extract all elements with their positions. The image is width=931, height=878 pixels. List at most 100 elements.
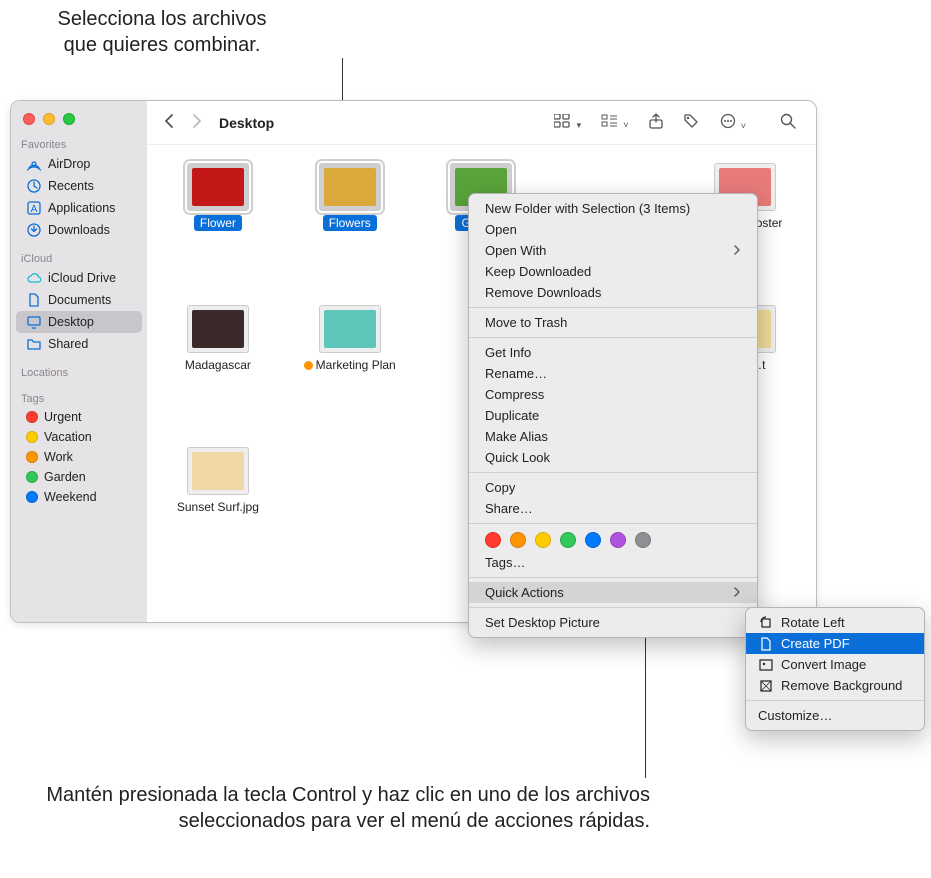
menu-item-make-alias[interactable]: Make Alias [469, 426, 757, 447]
menu-item-rename[interactable]: Rename… [469, 363, 757, 384]
tag-color-circle[interactable] [485, 532, 501, 548]
menu-item-compress[interactable]: Compress [469, 384, 757, 405]
share-button[interactable] [643, 113, 669, 133]
menu-separator [746, 700, 924, 701]
file-label: Flowers [323, 215, 377, 231]
menu-item-quick-actions[interactable]: Quick Actions [469, 582, 757, 603]
file-thumbnail [187, 163, 249, 211]
sidebar-tag-vacation[interactable]: Vacation [16, 427, 142, 447]
tag-color-circle[interactable] [535, 532, 551, 548]
more-button[interactable]: ˅ [713, 113, 752, 133]
tag-color-circle[interactable] [610, 532, 626, 548]
sidebar: Favorites AirDrop Recents AApplicationsDow… [11, 101, 147, 622]
close-button[interactable] [23, 113, 35, 125]
menu-item-get-info[interactable]: Get Info [469, 342, 757, 363]
menu-item-new-folder-with-selection-3-items[interactable]: New Folder with Selection (3 Items) [469, 198, 757, 219]
folder-icon [26, 336, 42, 352]
menu-item-label: Copy [485, 480, 515, 495]
sidebar-item-recents[interactable]: Recents [16, 175, 142, 197]
sidebar-item-label: Work [44, 450, 73, 464]
callout-bottom-text: Mantén presionada la tecla Control y haz… [40, 782, 650, 834]
menu-item-remove-downloads[interactable]: Remove Downloads [469, 282, 757, 303]
sidebar-item-label: Recents [48, 179, 94, 193]
callout-line-bottom [645, 638, 646, 778]
action-icon [758, 678, 773, 693]
submenu-item-customize[interactable]: Customize… [746, 705, 924, 726]
file-label: Madagascar [179, 357, 257, 373]
sidebar-item-icloud-drive[interactable]: iCloud Drive [16, 267, 142, 289]
submenu-item-label: Convert Image [781, 657, 866, 672]
chevron-right-icon [733, 244, 741, 258]
file-item[interactable]: Madagascar [153, 305, 283, 445]
menu-item-copy[interactable]: Copy [469, 477, 757, 498]
tag-dot-icon [26, 411, 38, 423]
sidebar-item-shared[interactable]: Shared [16, 333, 142, 355]
menu-tag-row [469, 528, 757, 552]
zoom-button[interactable] [63, 113, 75, 125]
tag-color-circle[interactable] [560, 532, 576, 548]
submenu-item-remove-background[interactable]: Remove Background [746, 675, 924, 696]
callout-top-text: Selecciona los archivos que quieres comb… [42, 6, 282, 58]
sidebar-item-label: Desktop [48, 315, 94, 329]
menu-item-keep-downloaded[interactable]: Keep Downloaded [469, 261, 757, 282]
sidebar-tag-urgent[interactable]: Urgent [16, 407, 142, 427]
menu-item-duplicate[interactable]: Duplicate [469, 405, 757, 426]
menu-item-open-with[interactable]: Open With [469, 240, 757, 261]
sidebar-tag-weekend[interactable]: Weekend [16, 487, 142, 507]
tag-color-circle[interactable] [585, 532, 601, 548]
submenu-item-rotate-left[interactable]: Rotate Left [746, 612, 924, 633]
menu-separator [469, 337, 757, 338]
file-item[interactable]: Flowers [285, 163, 415, 303]
sidebar-tag-work[interactable]: Work [16, 447, 142, 467]
sidebar-item-documents[interactable]: Documents [16, 289, 142, 311]
minimize-button[interactable] [43, 113, 55, 125]
apps-icon: A [26, 200, 42, 216]
file-thumbnail [187, 305, 249, 353]
menu-separator [469, 307, 757, 308]
sidebar-item-label: Documents [48, 293, 111, 307]
submenu-item-create-pdf[interactable]: Create PDF [746, 633, 924, 654]
menu-item-open[interactable]: Open [469, 219, 757, 240]
search-button[interactable] [774, 113, 802, 133]
sidebar-item-desktop[interactable]: Desktop [16, 311, 142, 333]
menu-item-quick-look[interactable]: Quick Look [469, 447, 757, 468]
chevron-right-icon [733, 586, 741, 600]
menu-item-label: Quick Look [485, 450, 550, 465]
sidebar-item-applications[interactable]: AApplications [16, 197, 142, 219]
menu-item-label: Rename… [485, 366, 547, 381]
menu-item-tags[interactable]: Tags… [469, 552, 757, 573]
action-icon [758, 657, 773, 672]
nav-back-button[interactable] [161, 114, 179, 131]
menu-item-label: Move to Trash [485, 315, 567, 330]
sidebar-item-downloads[interactable]: Downloads [16, 219, 142, 241]
group-button[interactable]: ˅ [595, 114, 634, 132]
submenu-item-convert-image[interactable]: Convert Image [746, 654, 924, 675]
menu-item-set-desktop-picture[interactable]: Set Desktop Picture [469, 612, 757, 633]
menu-item-move-to-trash[interactable]: Move to Trash [469, 312, 757, 333]
tags-button[interactable] [677, 113, 705, 133]
tag-dot-icon [26, 451, 38, 463]
menu-separator [469, 472, 757, 473]
window-controls [11, 109, 147, 135]
sidebar-item-airdrop[interactable]: AirDrop [16, 153, 142, 175]
sidebar-section-icloud: iCloud [11, 249, 147, 267]
file-label: Sunset Surf.jpg [171, 499, 265, 515]
tag-color-circle[interactable] [635, 532, 651, 548]
menu-item-label: Tags… [485, 555, 525, 570]
sidebar-section-favorites: Favorites [11, 135, 147, 153]
doc-icon [26, 292, 42, 308]
menu-item-label: New Folder with Selection (3 Items) [485, 201, 690, 216]
menu-item-label: Remove Downloads [485, 285, 601, 300]
menu-item-share[interactable]: Share… [469, 498, 757, 519]
sidebar-tag-garden[interactable]: Garden [16, 467, 142, 487]
file-item[interactable]: Flower [153, 163, 283, 303]
file-item[interactable]: Sunset Surf.jpg [153, 447, 283, 587]
file-thumbnail [319, 163, 381, 211]
view-icons-button[interactable]: ▾ [548, 114, 587, 132]
menu-separator [469, 607, 757, 608]
menu-item-label: Duplicate [485, 408, 539, 423]
tag-color-circle[interactable] [510, 532, 526, 548]
sidebar-item-label: Shared [48, 337, 88, 351]
file-item[interactable]: Marketing Plan [285, 305, 415, 445]
nav-forward-button[interactable] [187, 114, 205, 131]
